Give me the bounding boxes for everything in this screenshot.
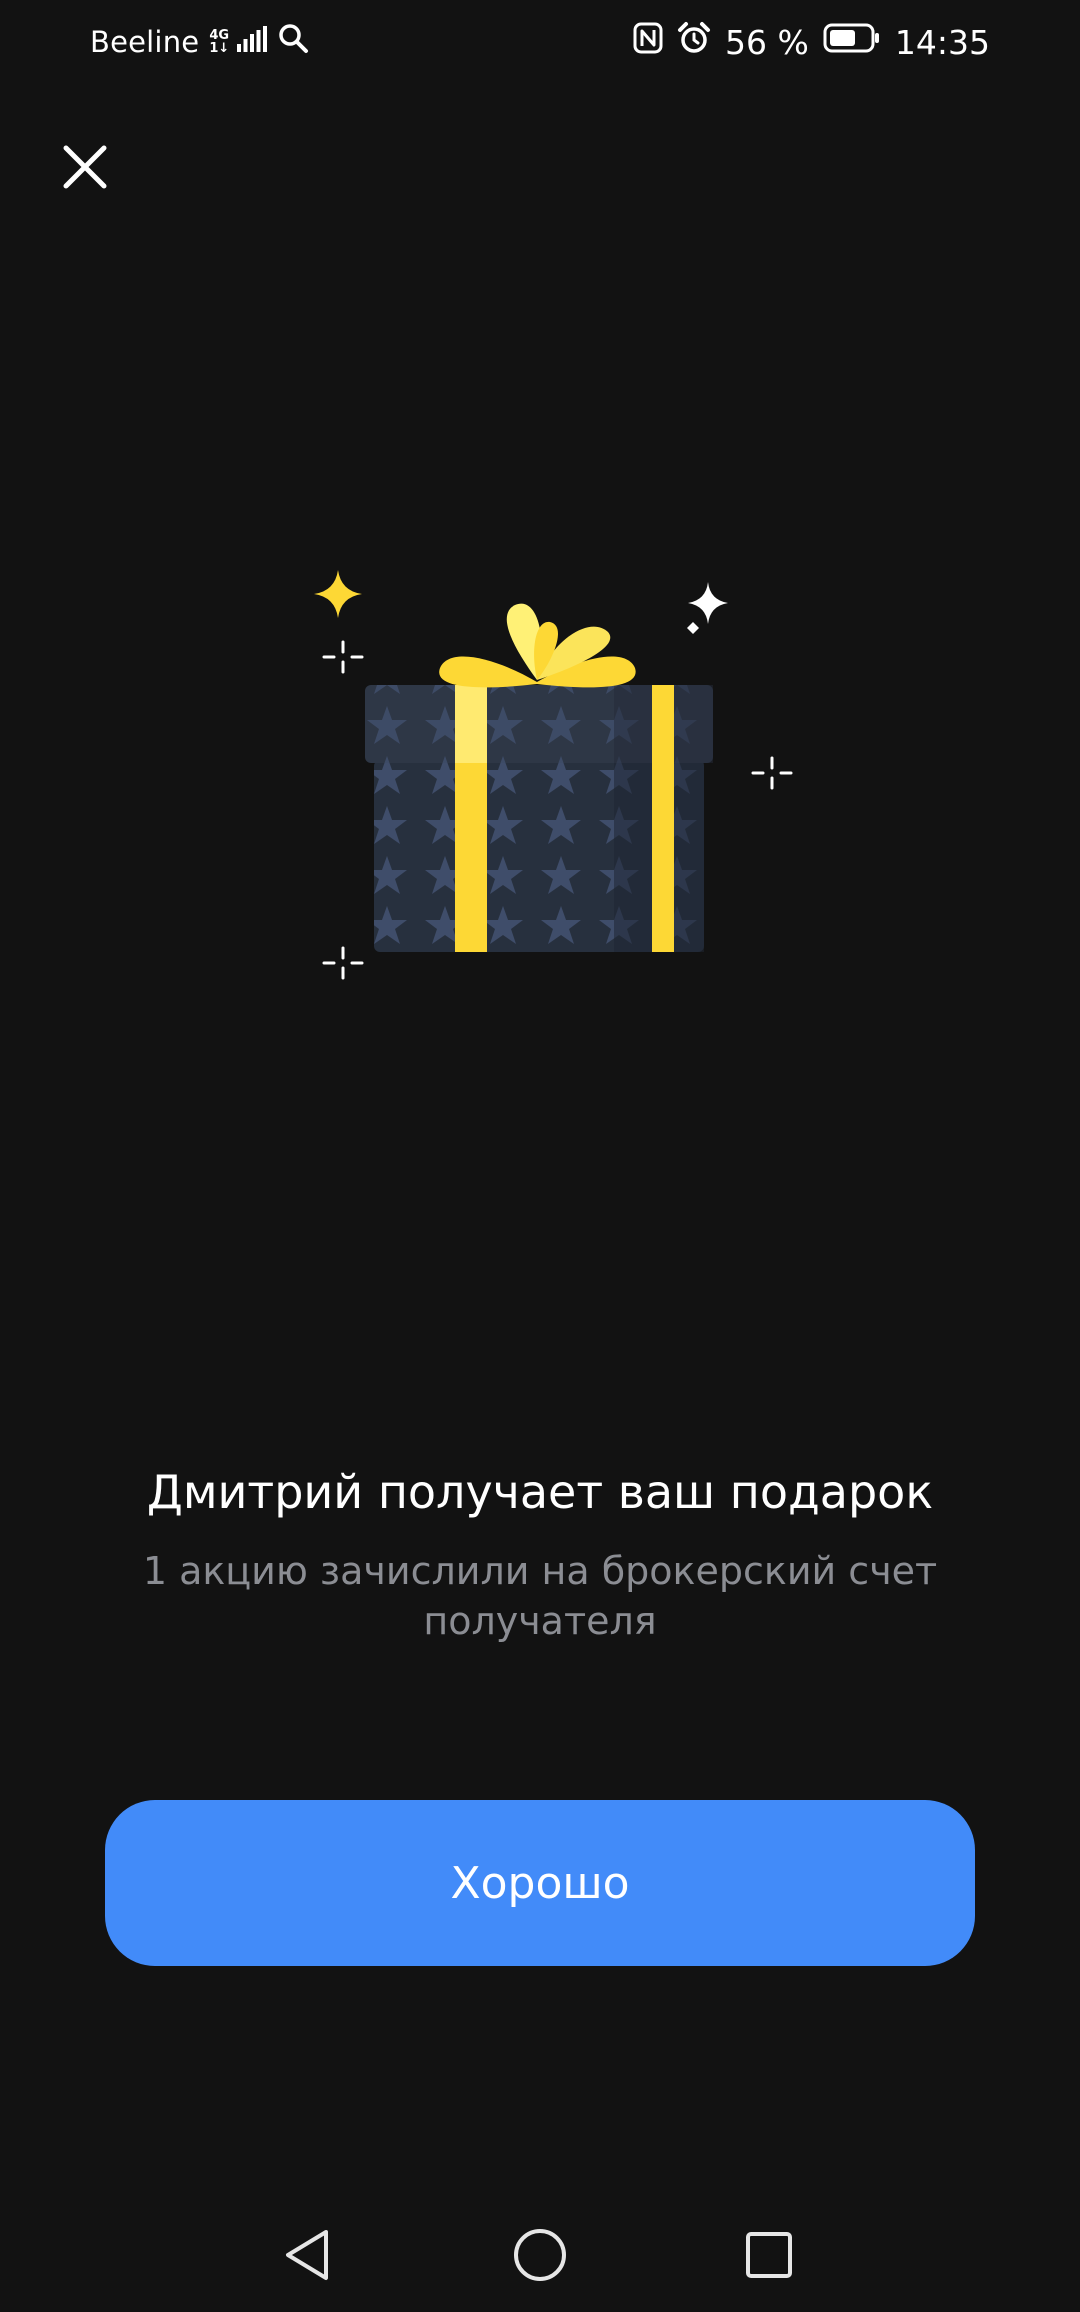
status-right: 56 % 14:35 xyxy=(633,21,990,63)
network-type-bottom: 1↓ xyxy=(209,41,230,56)
gift-success-screen: Beeline 4G 1↓ 56 % 14:35 Дмитрий получае… xyxy=(0,0,1080,2312)
close-button[interactable] xyxy=(50,132,120,202)
page-title: Дмитрий получает ваш подарок xyxy=(146,1465,934,1519)
nav-back-button[interactable] xyxy=(272,2220,342,2290)
status-bar: Beeline 4G 1↓ 56 % 14:35 xyxy=(0,0,1080,84)
sparkle-cross-icon xyxy=(322,946,364,980)
nav-recents-button[interactable] xyxy=(734,2220,804,2290)
nav-home-button[interactable] xyxy=(505,2220,575,2290)
sparkle-cross-icon xyxy=(322,640,364,674)
status-left: Beeline 4G 1↓ xyxy=(90,22,309,62)
nfc-icon xyxy=(633,22,663,62)
gift-box-illustration xyxy=(300,550,800,1000)
alarm-icon xyxy=(677,21,711,63)
battery-icon xyxy=(823,23,881,61)
sparkle-white-icon xyxy=(687,582,728,634)
network-type: 4G 1↓ xyxy=(209,29,229,55)
search-icon xyxy=(277,22,309,62)
recents-square-icon xyxy=(746,2232,792,2278)
close-icon xyxy=(63,145,107,189)
battery-percent: 56 % xyxy=(725,22,809,62)
sparkle-cross-icon xyxy=(751,756,793,790)
carrier-name: Beeline xyxy=(90,25,200,59)
status-time: 14:35 xyxy=(894,22,990,62)
signal-icon xyxy=(237,25,268,60)
home-circle-icon xyxy=(514,2229,566,2281)
back-triangle-icon xyxy=(286,2230,328,2280)
system-navigation-bar xyxy=(0,2200,1080,2312)
ok-button[interactable]: Хорошо xyxy=(105,1800,975,1966)
page-subtitle: 1 акцию зачислили на брокерский счет пол… xyxy=(142,1549,938,1643)
sparkle-yellow-icon xyxy=(314,570,362,618)
